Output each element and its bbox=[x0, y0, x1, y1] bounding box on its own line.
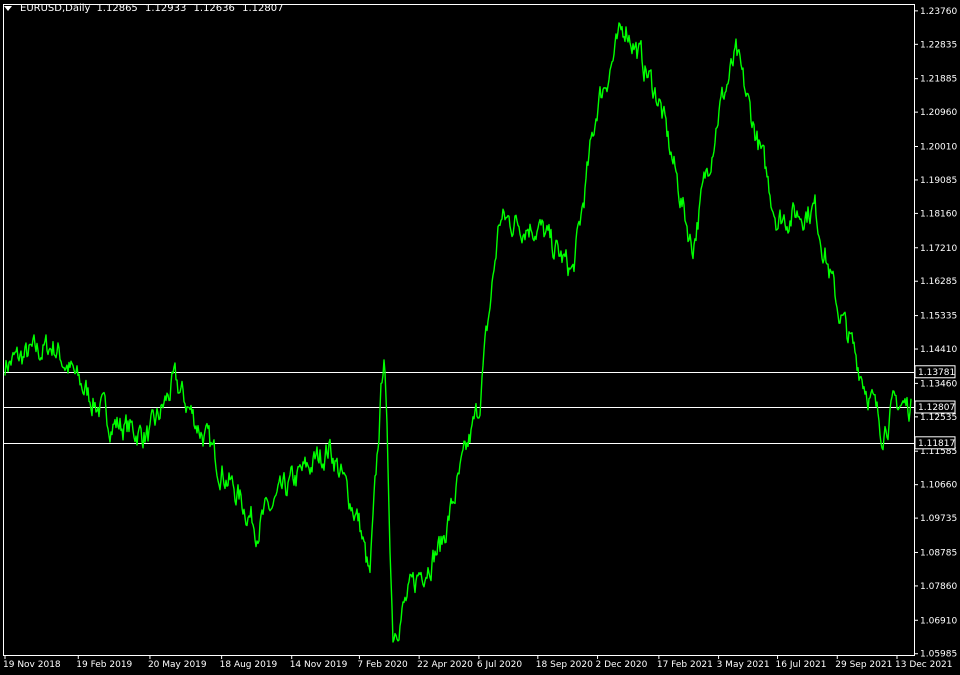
y-tick-label: 1.15335 bbox=[920, 312, 957, 322]
price-line bbox=[4, 22, 912, 643]
y-tick-label: 1.14410 bbox=[920, 345, 957, 355]
x-tick-label: 14 Nov 2019 bbox=[290, 660, 348, 670]
y-tick-label: 1.23760 bbox=[920, 7, 957, 17]
x-tick-label: 7 Feb 2020 bbox=[357, 660, 408, 670]
x-tick-label: 20 May 2019 bbox=[148, 660, 207, 670]
y-tick-label: 1.10660 bbox=[920, 481, 957, 491]
y-tick-label: 1.13460 bbox=[920, 379, 957, 389]
x-tick-label: 29 Sep 2021 bbox=[835, 660, 892, 670]
horizontal-lines bbox=[3, 372, 914, 444]
x-tick-label: 6 Jul 2020 bbox=[477, 660, 522, 670]
x-tick-label: 19 Nov 2018 bbox=[3, 660, 61, 670]
price-label: 1.12807 bbox=[918, 403, 955, 413]
y-tick-label: 1.09735 bbox=[920, 514, 957, 524]
y-tick-label: 1.18160 bbox=[920, 209, 957, 219]
y-tick-label: 1.20010 bbox=[920, 142, 957, 152]
y-tick-label: 1.17210 bbox=[920, 244, 957, 254]
price-chart[interactable]: 1.23760 1.22835 1.21885 1.20960 1.20010 1.190… bbox=[0, 0, 960, 675]
x-tick-label: 18 Aug 2019 bbox=[220, 660, 278, 670]
x-tick-label: 18 Sep 2020 bbox=[536, 660, 593, 670]
y-tick-label: 1.22835 bbox=[920, 40, 957, 50]
chart-frame bbox=[3, 4, 915, 656]
y-tick-label: 1.19085 bbox=[920, 176, 957, 186]
price-axis: 1.23760 1.22835 1.21885 1.20960 1.20010 1.190… bbox=[914, 7, 957, 660]
x-tick-label: 16 Jul 2021 bbox=[776, 660, 827, 670]
y-tick-label: 1.12535 bbox=[920, 413, 957, 423]
x-tick-label: 3 May 2021 bbox=[717, 660, 770, 670]
y-tick-label: 1.05985 bbox=[920, 650, 957, 660]
x-tick-label: 17 Feb 2021 bbox=[657, 660, 713, 670]
y-tick-label: 1.16285 bbox=[920, 277, 957, 287]
plot-frame bbox=[3, 4, 915, 656]
price-label: 1.11817 bbox=[918, 439, 955, 449]
y-tick-label: 1.20960 bbox=[920, 108, 957, 118]
price-label: 1.13781 bbox=[918, 368, 955, 378]
horizontal-line-labels: 1.13781 1.12807 1.11817 bbox=[914, 365, 956, 450]
x-tick-label: 13 Dec 2021 bbox=[895, 660, 953, 670]
x-tick-label: 19 Feb 2019 bbox=[76, 660, 132, 670]
y-tick-label: 1.06910 bbox=[920, 616, 957, 626]
y-tick-label: 1.08785 bbox=[920, 548, 957, 558]
x-tick-label: 22 Apr 2020 bbox=[417, 660, 473, 670]
time-axis: 19 Nov 2018 19 Feb 2019 20 May 2019 18 Aug … bbox=[3, 655, 953, 670]
y-tick-label: 1.21885 bbox=[920, 75, 957, 85]
y-tick-label: 1.07860 bbox=[920, 582, 957, 592]
plot-area bbox=[4, 22, 912, 643]
x-tick-label: 2 Dec 2020 bbox=[596, 660, 648, 670]
